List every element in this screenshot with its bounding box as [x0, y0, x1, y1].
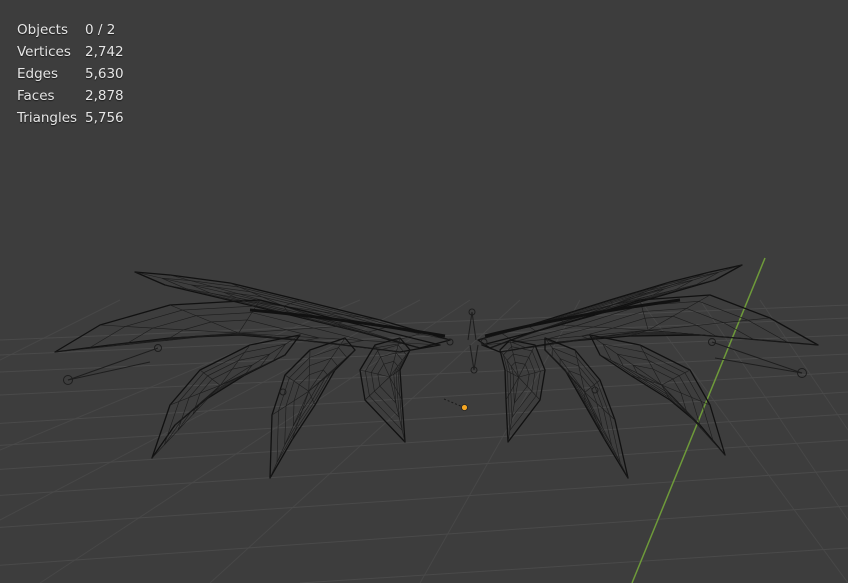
- stat-value: 5,756: [85, 110, 124, 126]
- stat-label: Triangles: [17, 110, 78, 126]
- right-wing-mesh[interactable]: [477, 264, 819, 479]
- stat-value: 2,742: [85, 44, 124, 60]
- stat-label: Vertices: [17, 44, 71, 60]
- stat-triangles: Triangles 5,756: [17, 107, 124, 129]
- stat-edges: Edges 5,630: [17, 63, 124, 85]
- statistics-overlay: Objects 0 / 2 Vertices 2,742 Edges 5,630…: [17, 19, 124, 129]
- stat-label: Edges: [17, 66, 59, 82]
- stat-objects: Objects 0 / 2: [17, 19, 124, 41]
- stat-value: 5,630: [85, 66, 124, 82]
- stat-value: 0 / 2: [85, 22, 116, 38]
- stat-faces: Faces 2,878: [17, 85, 124, 107]
- 3d-viewport[interactable]: Objects 0 / 2 Vertices 2,742 Edges 5,630…: [0, 0, 848, 583]
- stat-vertices: Vertices 2,742: [17, 41, 124, 63]
- object-origin[interactable]: [443, 398, 468, 411]
- stat-label: Objects: [17, 22, 69, 38]
- stat-value: 2,878: [85, 88, 124, 104]
- viewport-scene[interactable]: [0, 0, 848, 583]
- stat-label: Faces: [17, 88, 55, 104]
